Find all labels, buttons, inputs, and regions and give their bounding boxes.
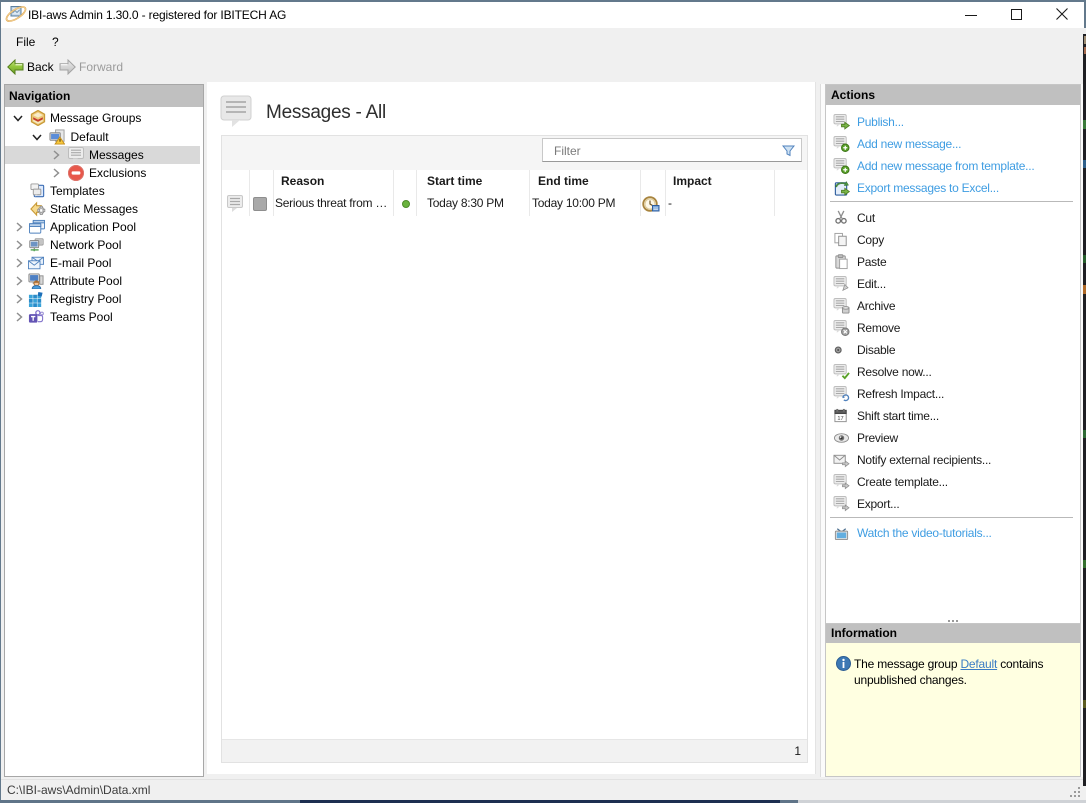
- svg-text:17: 17: [837, 415, 843, 421]
